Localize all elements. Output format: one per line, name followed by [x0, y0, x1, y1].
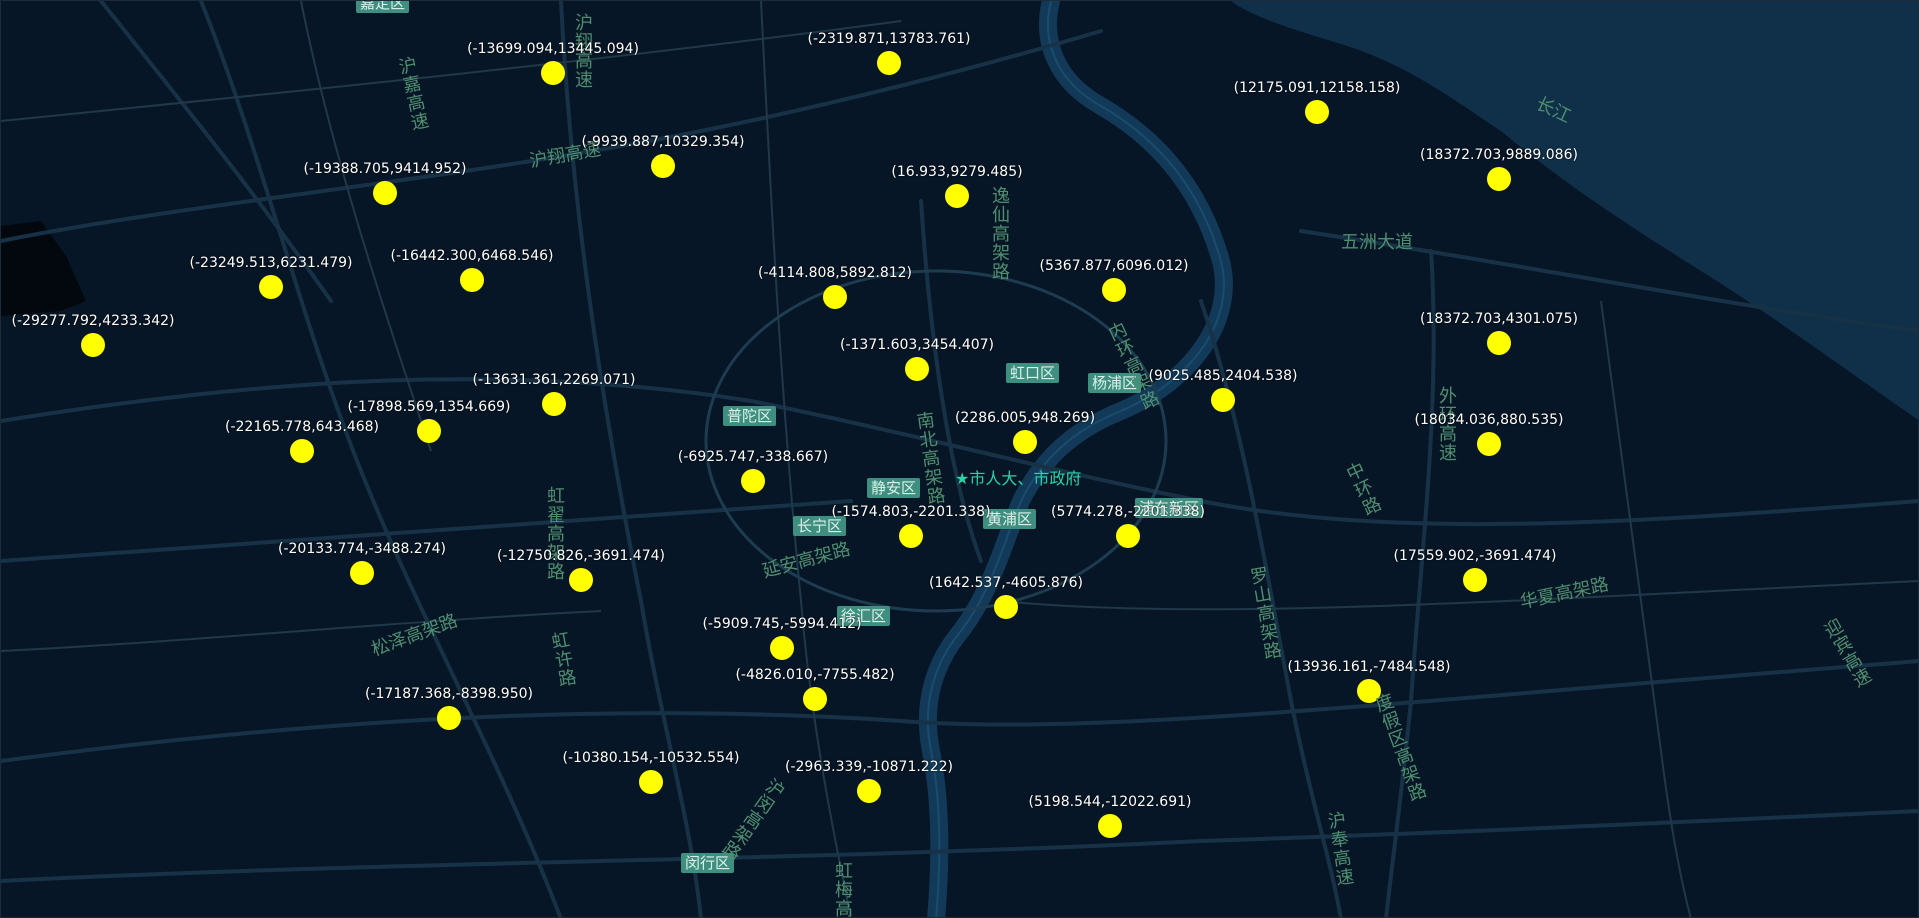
point-coordinate-label: (18034.036,880.535) — [1414, 412, 1564, 428]
map-point[interactable] — [877, 51, 901, 75]
star-icon: ★ — [955, 469, 970, 488]
point-coordinate-label: (2286.005,948.269) — [954, 410, 1096, 426]
point-coordinate-label: (5198.544,-12022.691) — [1028, 794, 1192, 810]
map-point[interactable] — [1098, 814, 1122, 838]
map-point[interactable] — [259, 275, 283, 299]
point-coordinate-label: (-17187.368,-8398.950) — [365, 686, 533, 702]
point-coordinate-label: (-13631.361,2269.071) — [472, 372, 636, 388]
map-point[interactable] — [569, 568, 593, 592]
poi-marker[interactable]: ★市人大、市政府 — [955, 465, 1081, 489]
map-point[interactable] — [81, 333, 105, 357]
point-coordinate-label: (-2963.339,-10871.222) — [785, 759, 953, 775]
road-label: 逸仙高架路 — [989, 186, 1010, 281]
map-point[interactable] — [290, 439, 314, 463]
point-coordinate-label: (18372.703,4301.075) — [1420, 311, 1578, 327]
map-point[interactable] — [905, 357, 929, 381]
point-coordinate-label: (-12750.826,-3691.474) — [497, 548, 665, 564]
map-point[interactable] — [899, 524, 923, 548]
dark-land-patch — [1, 221, 86, 316]
road-label: 五洲大道 — [1341, 232, 1413, 253]
point-coordinate-label: (5367.877,6096.012) — [1039, 258, 1189, 274]
district-label: 黄浦区 — [983, 509, 1037, 529]
district-label: 普陀区 — [723, 406, 777, 426]
point-coordinate-label: (-4826.010,-7755.482) — [735, 667, 895, 683]
map-point[interactable] — [639, 770, 663, 794]
point-coordinate-label: (-1574.803,-2201.338) — [831, 504, 991, 520]
point-coordinate-label: (-13699.094,13445.094) — [467, 41, 639, 57]
point-coordinate-label: (5774.278,-2201.338) — [1050, 504, 1206, 520]
map-point[interactable] — [373, 181, 397, 205]
map-canvas[interactable]: 普陀区 虹口区 杨浦区 静安区 长宁区 黄浦区 徐汇区 闵行区 浦东新区 嘉定区… — [0, 0, 1919, 918]
district-label: 静安区 — [867, 478, 921, 498]
point-coordinate-label: (-20133.774,-3488.274) — [278, 541, 446, 557]
point-coordinate-label: (16.933,9279.485) — [891, 164, 1023, 180]
point-coordinate-label: (-9939.887,10329.354) — [581, 134, 745, 150]
point-coordinate-label: (1642.537,-4605.876) — [928, 575, 1084, 591]
map-point[interactable] — [803, 687, 827, 711]
huangpu-river — [918, 1, 1233, 917]
district-label: 嘉定区 — [356, 1, 410, 13]
map-point[interactable] — [1102, 278, 1126, 302]
map-point[interactable] — [1487, 331, 1511, 355]
point-coordinate-label: (13936.161,-7484.548) — [1287, 659, 1451, 675]
point-coordinate-label: (17559.902,-3691.474) — [1393, 548, 1557, 564]
point-coordinate-label: (12175.091,12158.158) — [1233, 80, 1401, 96]
map-point[interactable] — [1463, 568, 1487, 592]
map-point[interactable] — [823, 285, 847, 309]
map-point[interactable] — [1487, 167, 1511, 191]
point-coordinate-label: (-22165.778,643.468) — [224, 419, 380, 435]
map-point[interactable] — [741, 469, 765, 493]
map-point[interactable] — [417, 419, 441, 443]
map-point[interactable] — [651, 154, 675, 178]
map-point[interactable] — [1305, 100, 1329, 124]
map-point[interactable] — [350, 561, 374, 585]
district-label: 虹口区 — [1006, 363, 1060, 383]
point-coordinate-label: (-5909.745,-5994.412) — [702, 616, 862, 632]
map-point[interactable] — [542, 392, 566, 416]
point-coordinate-label: (-19388.705,9414.952) — [303, 161, 467, 177]
map-point[interactable] — [437, 706, 461, 730]
point-coordinate-label: (9025.485,2404.538) — [1148, 368, 1298, 384]
map-point[interactable] — [460, 268, 484, 292]
point-coordinate-label: (-1371.603,3454.407) — [839, 337, 995, 353]
map-point[interactable] — [994, 595, 1018, 619]
point-coordinate-label: (-10380.154,-10532.554) — [562, 750, 740, 766]
map-point[interactable] — [1477, 432, 1501, 456]
point-coordinate-label: (-4114.808,5892.812) — [757, 265, 913, 281]
map-point[interactable] — [1211, 388, 1235, 412]
point-coordinate-label: (-6925.747,-338.667) — [677, 449, 829, 465]
map-point[interactable] — [857, 779, 881, 803]
point-coordinate-label: (-17898.569,1354.669) — [347, 399, 511, 415]
map-point[interactable] — [945, 184, 969, 208]
road-label: 虹翟高架路 — [544, 486, 565, 581]
map-point[interactable] — [541, 61, 565, 85]
point-coordinate-label: (-29277.792,4233.342) — [11, 313, 175, 329]
poi-label: 市人大、市政府 — [969, 469, 1082, 488]
point-coordinate-label: (-23249.513,6231.479) — [189, 255, 353, 271]
point-coordinate-label: (18372.703,9889.086) — [1420, 147, 1578, 163]
map-point[interactable] — [1013, 430, 1037, 454]
point-coordinate-label: (-2319.871,13783.761) — [807, 31, 971, 47]
yangtze-water — [1231, 1, 1918, 420]
point-coordinate-label: (-16442.300,6468.546) — [390, 248, 554, 264]
road-label: 虹梅高架路 — [832, 861, 853, 918]
map-point[interactable] — [1116, 524, 1140, 548]
map-base-layer — [1, 1, 1918, 917]
map-point[interactable] — [770, 636, 794, 660]
